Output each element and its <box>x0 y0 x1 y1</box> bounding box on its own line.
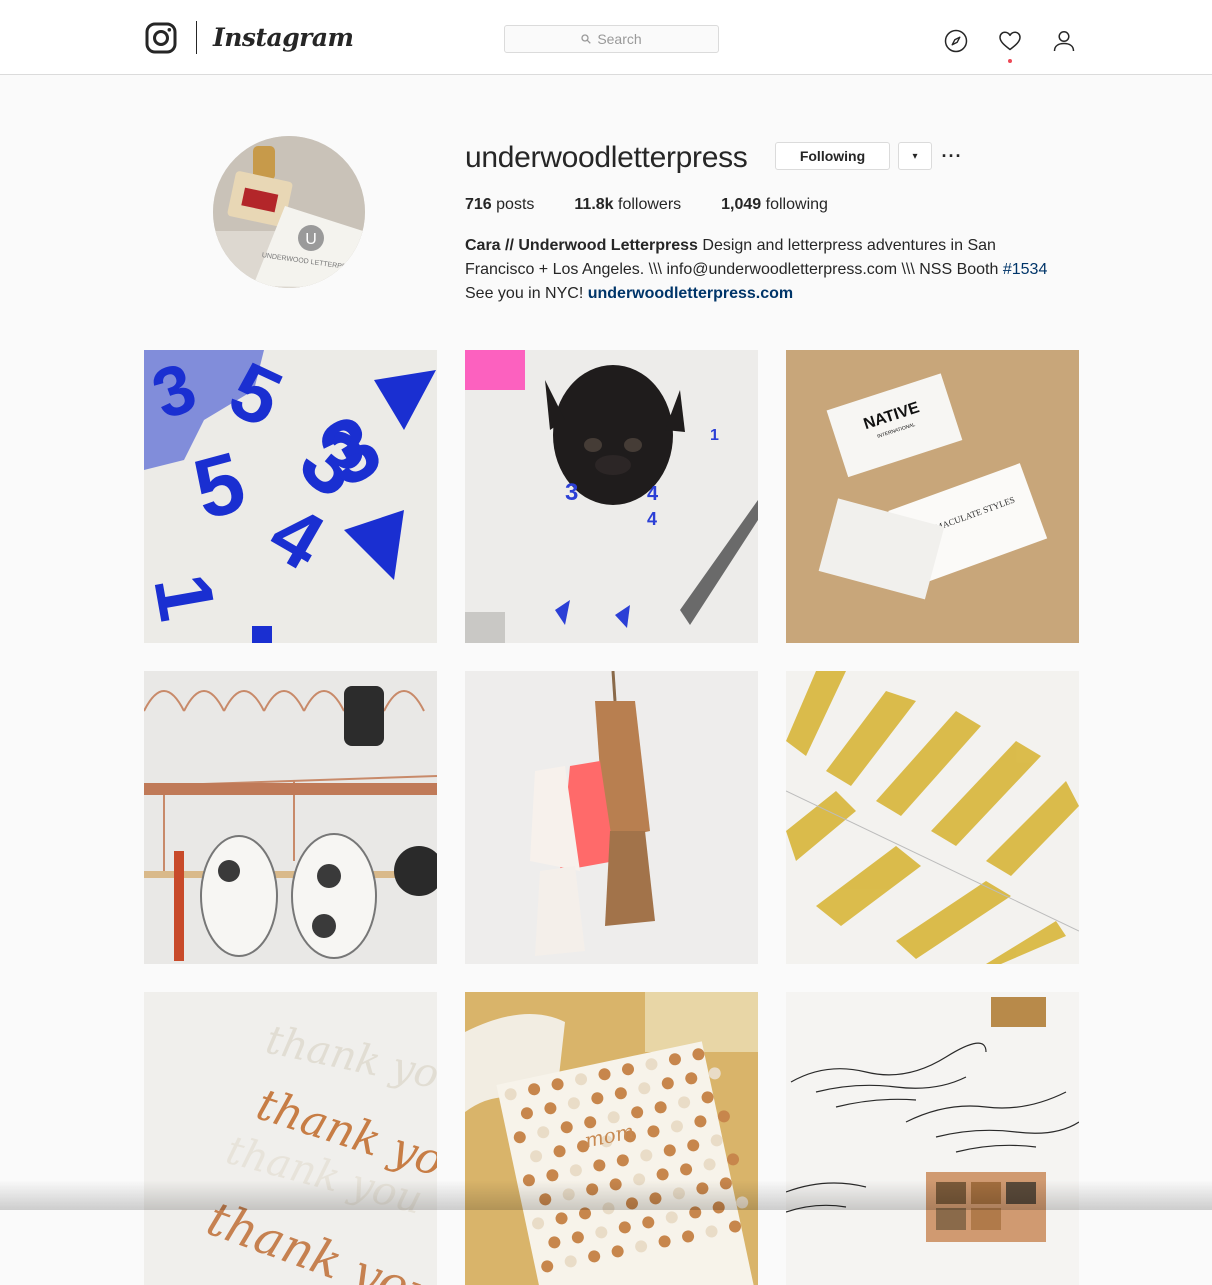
svg-text:U: U <box>305 231 317 248</box>
svg-text:4: 4 <box>647 509 657 529</box>
followers-count-value: 11.8k <box>574 196 614 213</box>
ellipsis-icon: ··· <box>941 145 963 166</box>
post-thumbnail-gold-stripes[interactable] <box>786 671 1079 964</box>
profile-username: underwoodletterpress <box>465 141 748 174</box>
post-thumbnail-thank-you-cards[interactable]: thank you thank you thank you thank you <box>144 992 437 1285</box>
posts-count-label: posts <box>496 196 535 213</box>
logo-divider <box>196 21 197 54</box>
post-image: NATIVE INTERNATIONAL IMMACULATE STYLES <box>786 350 1079 643</box>
post-image: thank you thank you thank you thank you <box>144 992 437 1285</box>
followers-link[interactable]: 11.8k followers <box>574 194 681 216</box>
instagram-wordmark[interactable]: Instagram <box>213 20 354 56</box>
profile-bio: Cara // Underwood Letterpress Design and… <box>465 234 1065 306</box>
person-icon[interactable] <box>1052 29 1076 53</box>
bio-hashtag-link[interactable]: #1534 <box>1003 261 1048 278</box>
bio-text-2: See you in NYC! <box>465 285 588 302</box>
bottom-scroll-shadow <box>0 1180 1212 1210</box>
post-thumbnail-mom-card[interactable]: mom <box>465 992 758 1285</box>
post-image <box>786 992 1079 1285</box>
suggestions-dropdown-button[interactable]: ▾ <box>898 142 932 170</box>
more-options-button[interactable]: ··· <box>940 142 964 170</box>
followers-count-label: followers <box>618 196 682 213</box>
svg-text:1: 1 <box>710 427 719 444</box>
heart-icon[interactable] <box>998 29 1022 53</box>
svg-text:4: 4 <box>647 483 659 505</box>
profile-stats: 716 posts 11.8k followers 1,049 followin… <box>465 194 868 216</box>
post-image: 3 5 3 3 5 4 1 <box>144 350 437 643</box>
bio-website-link[interactable]: underwoodletterpress.com <box>588 285 793 302</box>
following-count-label: following <box>765 196 828 213</box>
post-image: mom <box>465 992 758 1285</box>
chevron-down-icon: ▾ <box>912 150 918 162</box>
posts-count-value: 716 <box>465 196 492 213</box>
top-navigation-bar: Instagram Search <box>0 0 1212 75</box>
avatar-stamp-photo: U UNDERWOOD LETTERPRESS <box>213 136 365 288</box>
following-link[interactable]: 1,049 following <box>721 194 828 216</box>
compass-icon[interactable] <box>944 29 968 53</box>
instagram-glyph-icon[interactable] <box>145 22 177 54</box>
post-thumbnail-blue-numbers[interactable]: 3 5 3 3 5 4 1 <box>144 350 437 643</box>
search-input[interactable]: Search <box>504 25 719 53</box>
search-placeholder: Search <box>597 31 642 47</box>
post-thumbnail-business-cards[interactable]: NATIVE INTERNATIONAL IMMACULATE STYLES <box>786 350 1079 643</box>
post-thumbnail-french-bulldog[interactable]: 3 4 4 1 <box>465 350 758 643</box>
post-image: 3 4 4 1 <box>465 350 758 643</box>
svg-text:3: 3 <box>565 479 578 506</box>
post-image <box>144 671 437 964</box>
bio-full-name: Cara // Underwood Letterpress <box>465 237 698 254</box>
search-icon <box>581 34 592 44</box>
following-button[interactable]: Following <box>775 142 890 170</box>
post-image <box>786 671 1079 964</box>
post-thumbnail-calligraphy-envelopes[interactable] <box>786 992 1079 1285</box>
posts-count: 716 posts <box>465 194 534 216</box>
post-thumbnail-copper-shelf[interactable] <box>144 671 437 964</box>
post-image <box>465 671 758 964</box>
following-count-value: 1,049 <box>721 196 762 213</box>
notification-dot <box>1008 59 1012 63</box>
post-thumbnail-tassels[interactable] <box>465 671 758 964</box>
profile-avatar[interactable]: U UNDERWOOD LETTERPRESS <box>213 136 365 288</box>
